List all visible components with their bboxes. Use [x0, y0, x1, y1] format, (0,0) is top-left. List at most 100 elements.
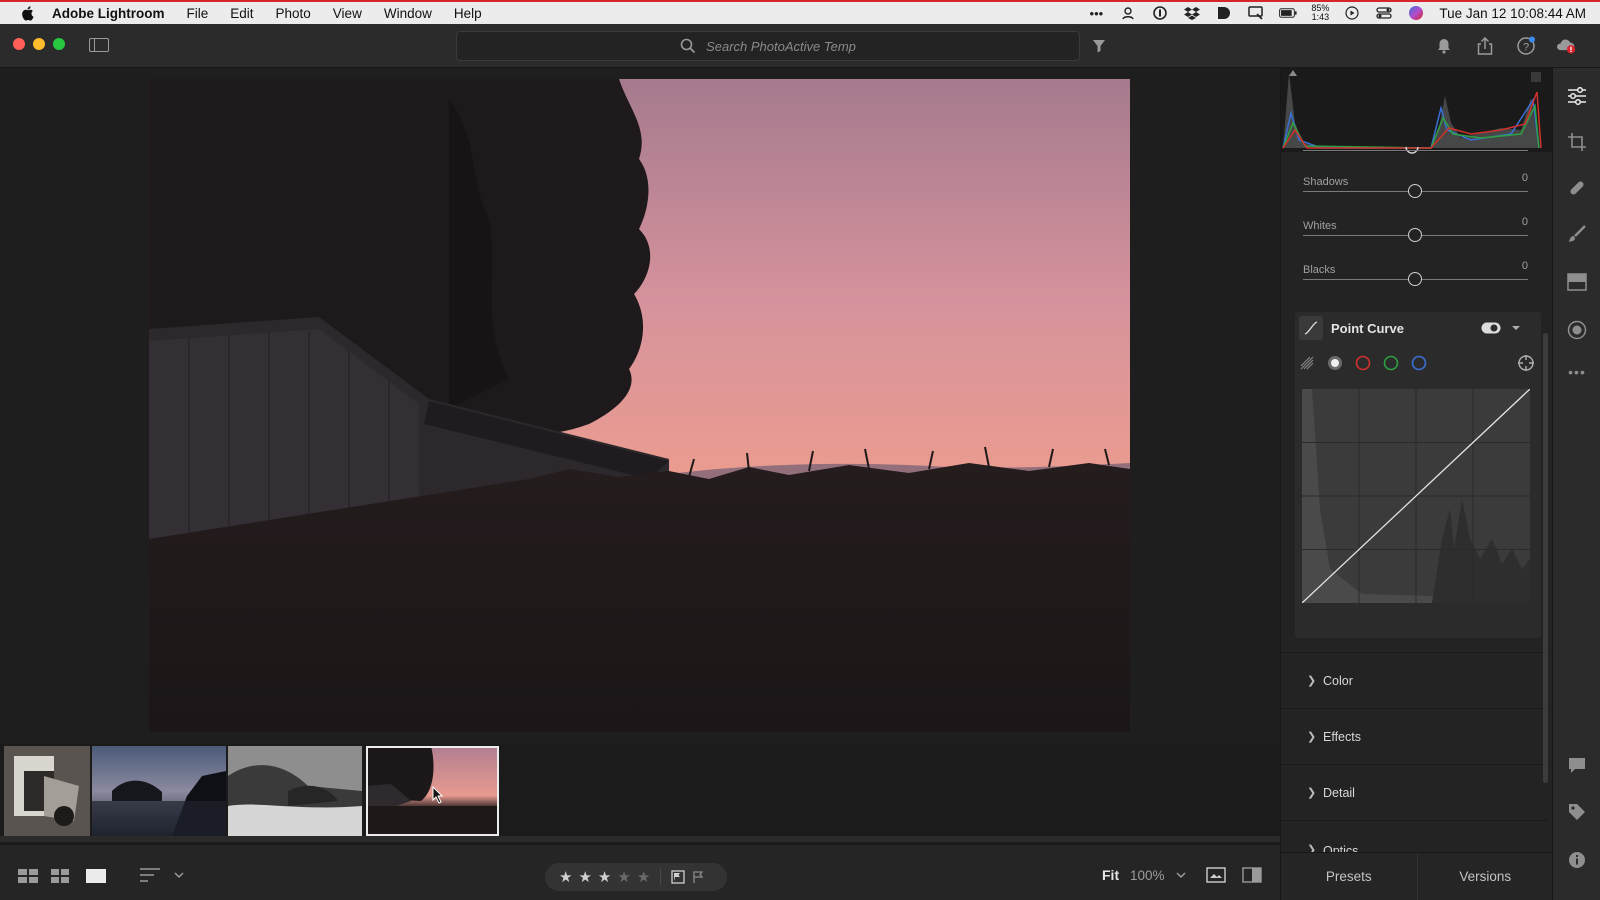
star-filled-icon[interactable]: ★ — [559, 868, 572, 886]
mac-menu-bar: Adobe Lightroom File Edit Photo View Win… — [0, 0, 1600, 24]
square-grid-view-icon[interactable] — [18, 869, 38, 883]
person-status-icon[interactable] — [1119, 6, 1137, 20]
window-zoom-button[interactable] — [53, 38, 65, 50]
curve-menu-chevron-icon[interactable] — [1511, 325, 1521, 331]
cloud-sync-error-icon[interactable] — [1556, 36, 1576, 56]
menu-app-name[interactable]: Adobe Lightroom — [52, 6, 164, 21]
section-optics[interactable]: ❯ Optics — [1281, 820, 1549, 852]
window-close-button[interactable] — [13, 38, 25, 50]
parametric-curve-icon[interactable] — [1299, 355, 1315, 371]
slider-knob[interactable] — [1408, 184, 1422, 198]
d-app-icon[interactable] — [1215, 6, 1233, 20]
battery-icon[interactable] — [1279, 6, 1297, 20]
compare-split-icon[interactable] — [1242, 867, 1262, 883]
control-center-icon[interactable] — [1375, 6, 1393, 20]
menu-help[interactable]: Help — [454, 6, 482, 21]
chevron-down-icon[interactable] — [174, 871, 184, 879]
more-tools-icon[interactable]: ••• — [1565, 360, 1589, 384]
star-filled-icon[interactable]: ★ — [598, 868, 611, 886]
filter-icon[interactable] — [1092, 39, 1106, 53]
edit-sliders-icon[interactable] — [1565, 84, 1589, 108]
section-label: Detail — [1323, 785, 1355, 800]
before-after-icon[interactable] — [1206, 867, 1226, 883]
slider-knob[interactable] — [1408, 272, 1422, 286]
versions-tab[interactable]: Versions — [1416, 853, 1554, 900]
main-photo[interactable] — [149, 79, 1130, 732]
help-icon[interactable]: ? — [1516, 36, 1536, 56]
point-curve-panel: Point Curve — [1295, 312, 1541, 638]
section-color[interactable]: ❯ Color — [1281, 652, 1549, 708]
circle-1password-icon[interactable] — [1151, 6, 1169, 20]
blacks-slider[interactable]: Blacks 0 — [1303, 260, 1528, 286]
detail-view-icon[interactable] — [86, 869, 106, 883]
panel-bottom-tabs: Presets Versions — [1281, 852, 1553, 900]
section-detail[interactable]: ❯ Detail — [1281, 764, 1549, 820]
healing-bandage-icon[interactable] — [1565, 176, 1589, 200]
presets-tab[interactable]: Presets — [1281, 853, 1417, 900]
star-empty-icon[interactable]: ★ — [617, 868, 630, 886]
bell-icon[interactable] — [1434, 36, 1454, 56]
flag-reject-icon[interactable] — [691, 870, 705, 884]
window-minimize-button[interactable] — [33, 38, 45, 50]
filmstrip-thumbnail[interactable] — [228, 746, 362, 836]
rgb-channel-icon[interactable] — [1327, 355, 1343, 371]
zoom-chevron-down-icon[interactable] — [1176, 871, 1186, 879]
screen-share-icon[interactable] — [1247, 6, 1265, 20]
star-rating-control[interactable]: ★ ★ ★ ★ ★ — [545, 863, 727, 891]
search-input[interactable]: Search PhotoActive Temp — [456, 31, 1080, 61]
menu-window[interactable]: Window — [384, 6, 432, 21]
red-channel-icon[interactable] — [1355, 355, 1371, 371]
svg-text:?: ? — [1523, 42, 1529, 54]
apple-menu-icon[interactable] — [20, 5, 36, 21]
brush-icon[interactable] — [1565, 222, 1589, 246]
menubar-status-area: ••• 85% 1:43 Tue Jan 12 10:08:44 AM — [1087, 2, 1586, 24]
comments-icon[interactable] — [1565, 754, 1589, 778]
share-icon[interactable] — [1475, 36, 1495, 56]
photo-grid-view-icon[interactable] — [51, 869, 69, 883]
green-channel-icon[interactable] — [1383, 355, 1399, 371]
sidebar-toggle-icon[interactable] — [89, 38, 109, 52]
linear-gradient-icon[interactable] — [1565, 270, 1589, 294]
play-circle-icon[interactable] — [1343, 6, 1361, 20]
chevron-right-icon: ❯ — [1307, 731, 1317, 743]
radial-gradient-icon[interactable] — [1565, 318, 1589, 342]
rating-divider — [660, 869, 662, 885]
zoom-percent-button[interactable]: 100% — [1130, 868, 1165, 883]
tag-icon[interactable] — [1565, 800, 1589, 824]
mouse-cursor-icon — [432, 786, 444, 804]
slider-label: Whites — [1303, 220, 1337, 232]
slider-knob[interactable] — [1408, 228, 1422, 242]
blue-channel-icon[interactable] — [1411, 355, 1427, 371]
crop-icon[interactable] — [1565, 130, 1589, 154]
menu-photo[interactable]: Photo — [276, 6, 311, 21]
edit-panel: Shadows 0 Whites 0 Blacks 0 Point Curve — [1280, 68, 1553, 900]
whites-slider[interactable]: Whites 0 — [1303, 216, 1528, 242]
point-curve-header[interactable]: Point Curve — [1295, 312, 1541, 344]
star-filled-icon[interactable]: ★ — [578, 868, 591, 886]
section-effects[interactable]: ❯ Effects — [1281, 708, 1549, 764]
slider-value[interactable]: 0 — [1522, 216, 1528, 228]
slider-knob-partial[interactable] — [1405, 146, 1419, 156]
slider-value[interactable]: 0 — [1522, 172, 1528, 184]
info-icon[interactable] — [1565, 848, 1589, 872]
slider-value[interactable]: 0 — [1522, 260, 1528, 272]
filmstrip-thumbnail[interactable] — [92, 746, 226, 836]
more-dots-icon[interactable]: ••• — [1087, 6, 1105, 21]
tone-curve-graph[interactable] — [1301, 388, 1531, 604]
filmstrip-thumbnail[interactable] — [4, 746, 90, 836]
shadows-slider[interactable]: Shadows 0 — [1303, 172, 1528, 198]
filmstrip-scrollbar[interactable] — [0, 836, 1280, 842]
flag-pick-icon[interactable] — [671, 870, 685, 884]
toggle-visibility-icon[interactable] — [1481, 322, 1501, 334]
zoom-fit-button[interactable]: Fit — [1102, 867, 1119, 883]
star-empty-icon[interactable]: ★ — [637, 868, 650, 886]
menu-view[interactable]: View — [333, 6, 362, 21]
dropbox-icon[interactable] — [1183, 6, 1201, 20]
menu-edit[interactable]: Edit — [230, 6, 253, 21]
edit-panel-scrollbar[interactable] — [1543, 333, 1548, 783]
menu-file[interactable]: File — [186, 6, 208, 21]
target-adjust-icon[interactable] — [1517, 354, 1535, 372]
siri-icon[interactable] — [1407, 6, 1425, 20]
sort-icon[interactable] — [140, 867, 160, 883]
menubar-clock[interactable]: Tue Jan 12 10:08:44 AM — [1439, 6, 1586, 21]
